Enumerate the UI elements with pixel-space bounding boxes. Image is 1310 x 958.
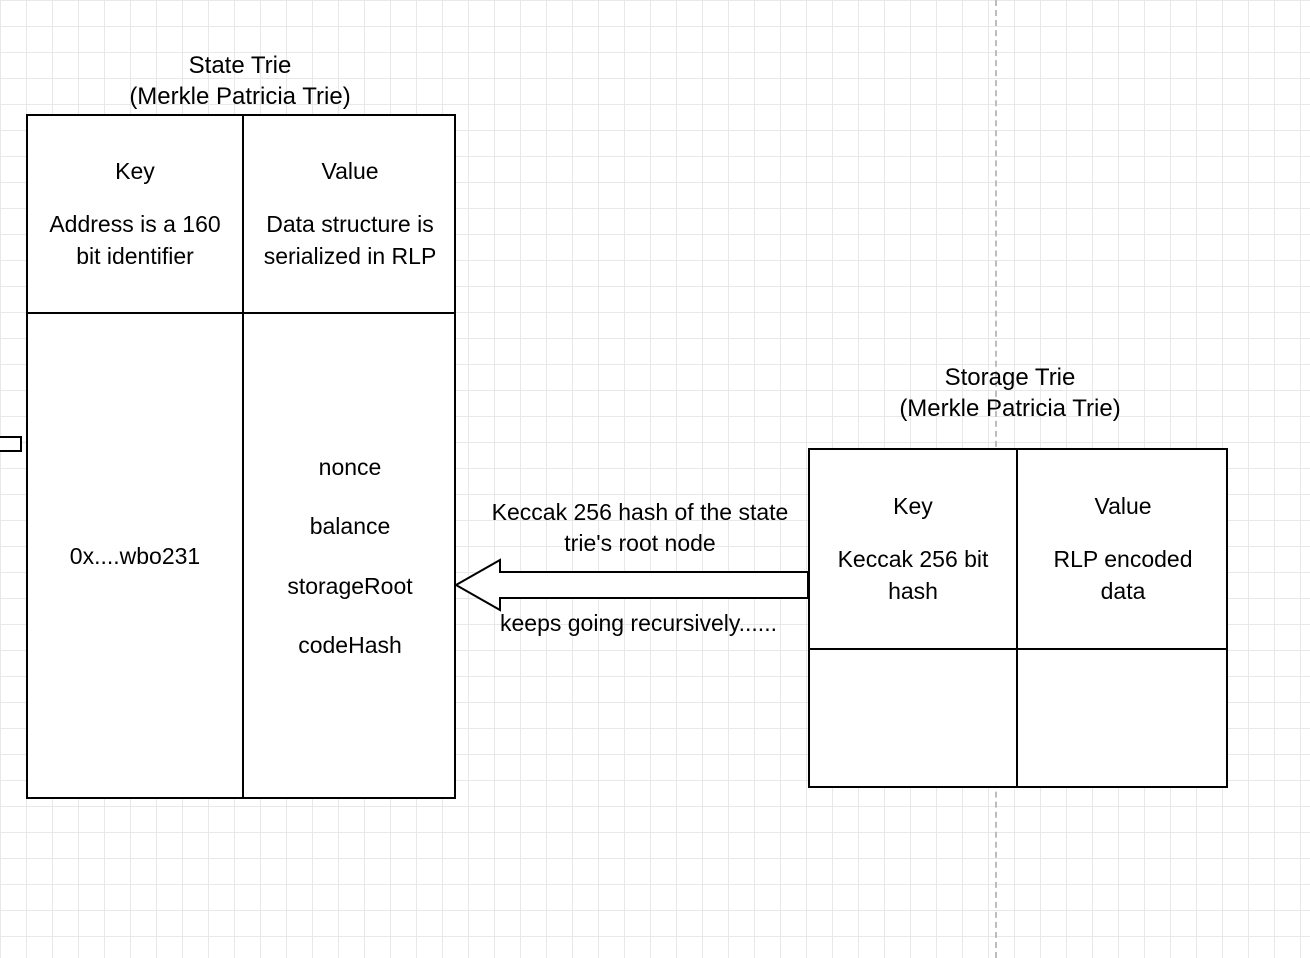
state-trie-key-example: 0x....wbo231 bbox=[70, 541, 200, 572]
state-trie-table: Key Address is a 160 bit identifier Valu… bbox=[26, 114, 456, 799]
state-trie-value-body-cell: nonce balance storageRoot codeHash bbox=[244, 314, 456, 799]
state-trie-title-line2: (Merkle Patricia Trie) bbox=[60, 81, 420, 112]
storage-trie-key-desc: Keccak 256 bit hash bbox=[820, 544, 1006, 606]
storage-trie-title-line2: (Merkle Patricia Trie) bbox=[810, 393, 1210, 424]
state-trie-title: State Trie (Merkle Patricia Trie) bbox=[60, 50, 420, 112]
state-trie-key-desc: Address is a 160 bit identifier bbox=[38, 209, 232, 271]
storage-trie-title: Storage Trie (Merkle Patricia Trie) bbox=[810, 362, 1210, 424]
state-trie-key-label: Key bbox=[115, 156, 155, 187]
arrow-label-bottom: keeps going recursively...... bbox=[500, 608, 810, 639]
state-trie-value-field-list: nonce balance storageRoot codeHash bbox=[287, 452, 412, 660]
storage-trie-value-body-cell bbox=[1018, 650, 1228, 788]
storage-trie-value-header-cell: Value RLP encoded data bbox=[1018, 450, 1228, 648]
diagram-stage: State Trie (Merkle Patricia Trie) Key Ad… bbox=[0, 0, 1310, 958]
storage-trie-title-line1: Storage Trie bbox=[810, 362, 1210, 393]
state-trie-key-body-cell: 0x....wbo231 bbox=[28, 314, 242, 799]
state-trie-value-desc: Data structure is serialized in RLP bbox=[254, 209, 446, 271]
state-trie-key-header-cell: Key Address is a 160 bit identifier bbox=[28, 116, 242, 312]
state-trie-field-storageRoot: storageRoot bbox=[287, 571, 412, 602]
arrow-label-top: Keccak 256 hash of the state trie's root… bbox=[490, 497, 790, 559]
storage-trie-value-label: Value bbox=[1094, 491, 1151, 522]
state-trie-field-nonce: nonce bbox=[319, 452, 382, 483]
storage-trie-value-desc: RLP encoded data bbox=[1028, 544, 1218, 606]
arrow-storage-to-state bbox=[456, 560, 808, 610]
storage-trie-key-header-cell: Key Keccak 256 bit hash bbox=[810, 450, 1016, 648]
storage-trie-key-label: Key bbox=[893, 491, 933, 522]
state-trie-field-codeHash: codeHash bbox=[298, 630, 402, 661]
state-trie-value-header-cell: Value Data structure is serialized in RL… bbox=[244, 116, 456, 312]
state-trie-field-balance: balance bbox=[310, 511, 391, 542]
state-trie-title-line1: State Trie bbox=[60, 50, 420, 81]
storage-trie-table: Key Keccak 256 bit hash Value RLP encode… bbox=[808, 448, 1228, 788]
storage-trie-key-body-cell bbox=[810, 650, 1016, 788]
state-trie-value-label: Value bbox=[321, 156, 378, 187]
